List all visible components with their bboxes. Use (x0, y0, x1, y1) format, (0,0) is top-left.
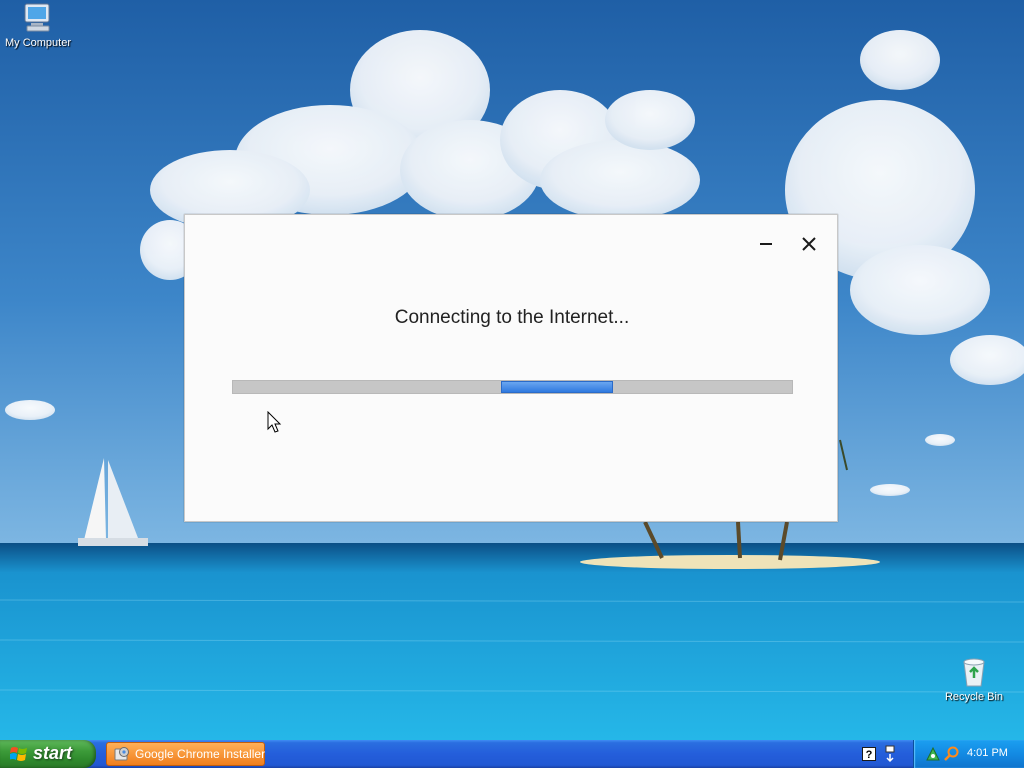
minimize-icon (760, 243, 772, 245)
notification-area-extra: ? (860, 743, 910, 765)
taskbar-item-chrome-installer[interactable]: Google Chrome Installer (106, 742, 265, 766)
progress-marquee-chunk (501, 381, 613, 393)
my-computer-label: My Computer (4, 37, 72, 49)
chrome-installer-dialog: Connecting to the Internet... (184, 214, 838, 522)
system-tray: 4:01 PM (913, 740, 1024, 768)
help-icon[interactable]: ? (862, 747, 876, 761)
close-icon (802, 237, 816, 251)
recycle-bin-label: Recycle Bin (944, 691, 1004, 703)
clock[interactable]: 4:01 PM (967, 747, 1008, 759)
close-button[interactable] (798, 233, 820, 255)
start-label: start (33, 743, 73, 763)
taskbar-item-label: Google Chrome Installer (135, 747, 266, 761)
recycle-bin-icon (963, 658, 985, 687)
windows-logo-icon (10, 747, 27, 761)
desktop: My Computer Recycle Bin Connecting to th… (0, 0, 1024, 768)
taskbar: start Google Chrome Installer ? 4:01 PM (0, 740, 1024, 768)
my-computer-desktop-icon[interactable]: My Computer (0, 2, 78, 49)
search-icon[interactable] (944, 746, 960, 762)
installer-progress-bar (232, 380, 793, 394)
safely-remove-icon[interactable] (884, 745, 896, 763)
svg-text:?: ? (866, 749, 873, 761)
installer-status-text: Connecting to the Internet... (394, 307, 630, 328)
computer-icon (24, 3, 50, 32)
minimize-button[interactable] (755, 233, 777, 255)
network-icon[interactable] (925, 746, 941, 762)
start-button[interactable]: start (0, 740, 96, 768)
installer-app-icon (114, 747, 129, 761)
recycle-bin-desktop-icon[interactable]: Recycle Bin (934, 656, 1014, 703)
